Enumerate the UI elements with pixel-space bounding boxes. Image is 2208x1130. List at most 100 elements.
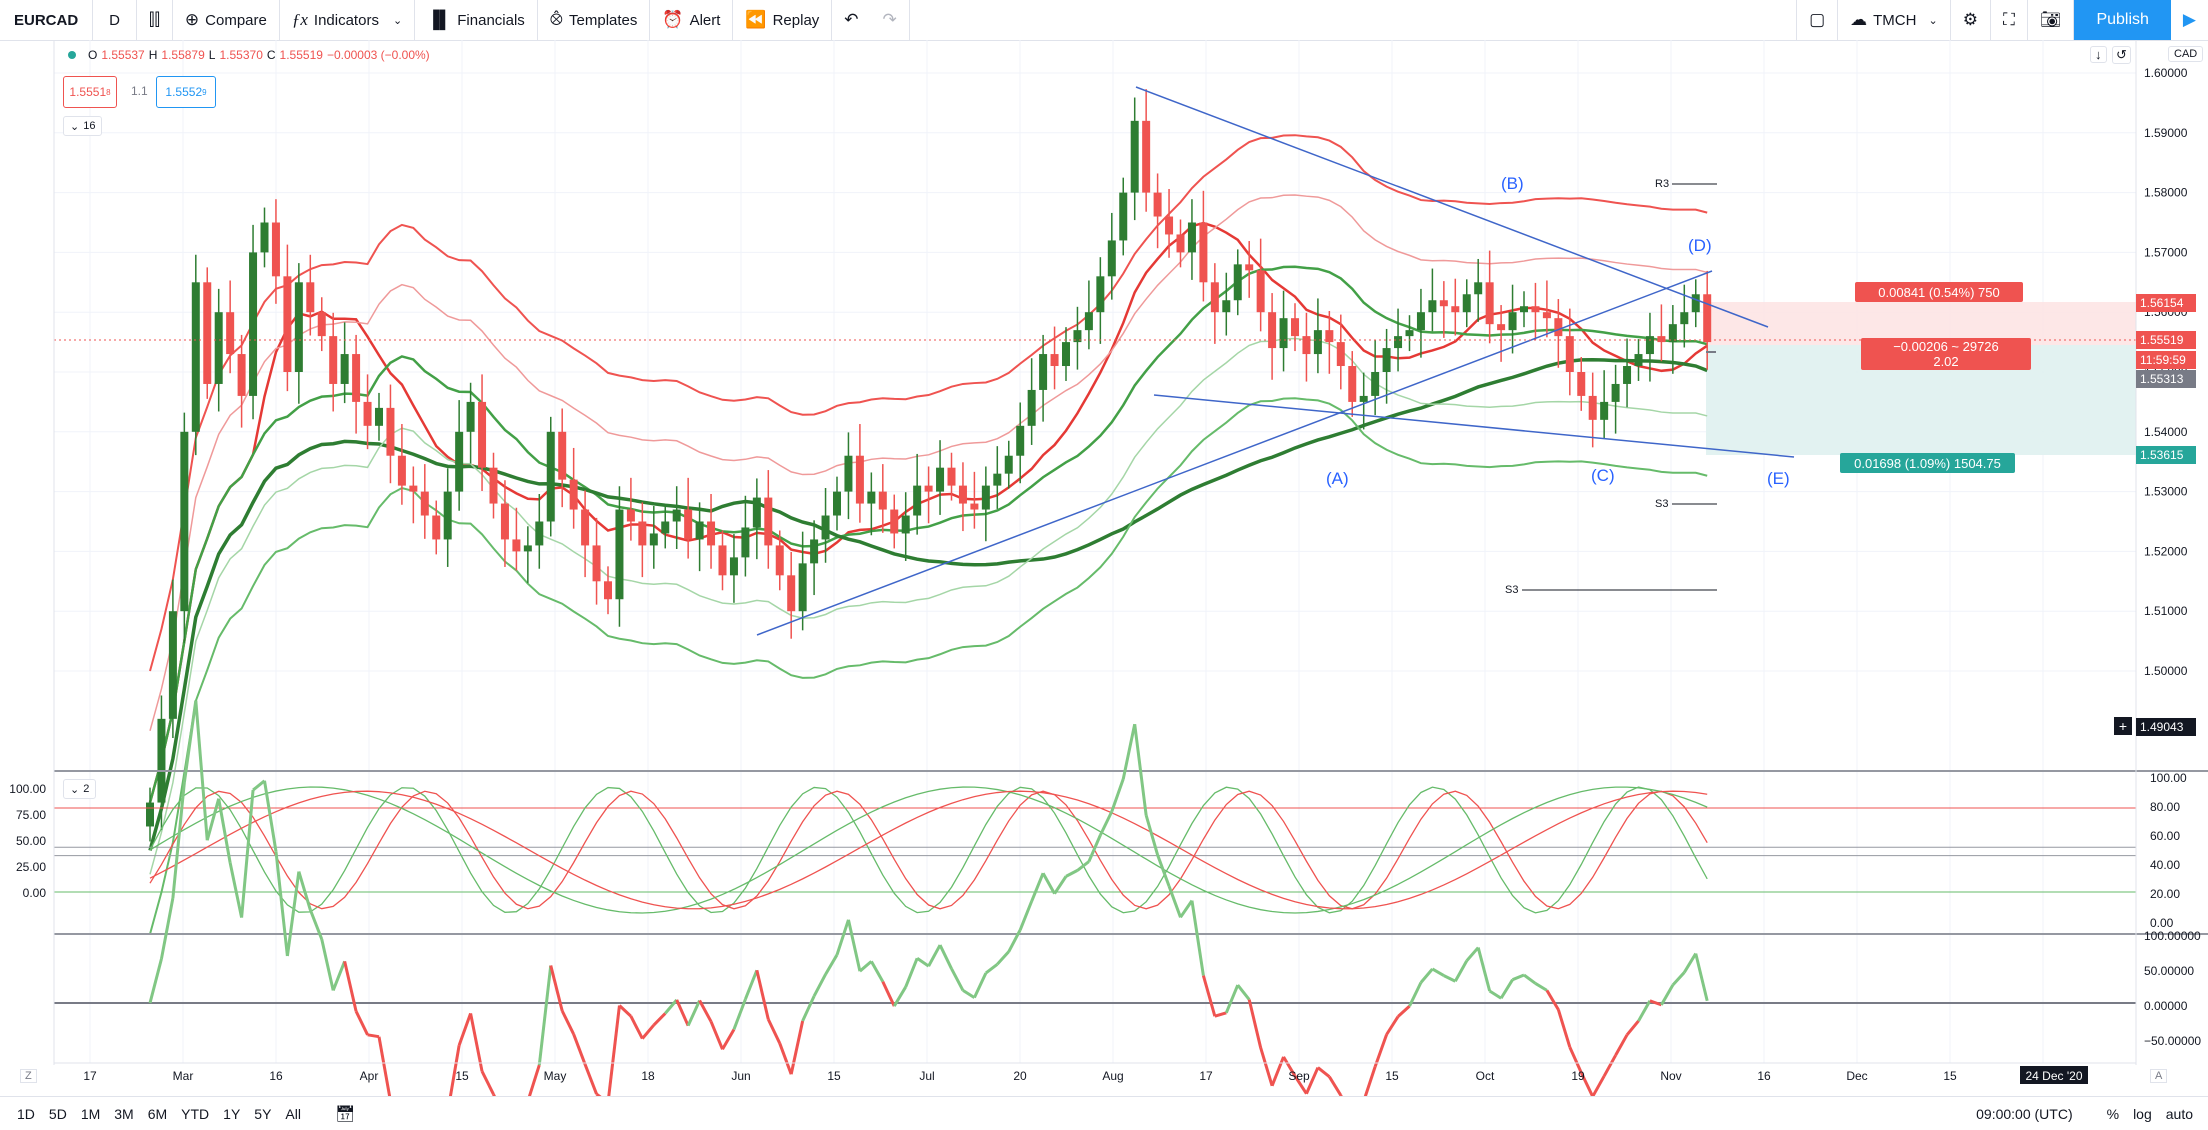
candle-body — [1348, 366, 1357, 402]
sell-button[interactable]: 1.5551 8 — [63, 76, 117, 108]
close-value: 1.55519 — [279, 48, 323, 62]
range-button-1m[interactable]: 1M — [74, 1106, 107, 1122]
candle-body — [1291, 318, 1299, 337]
candle-body — [466, 401, 475, 432]
candle-body — [535, 521, 544, 546]
momentum-segment — [1041, 872, 1056, 895]
reset-scale-icon[interactable]: ↺ — [2112, 46, 2131, 64]
open-value: 1.55537 — [101, 48, 145, 62]
momentum-segment — [1076, 860, 1090, 872]
momentum-segment — [205, 798, 221, 841]
percent-toggle[interactable]: % — [2100, 1106, 2126, 1122]
candle-body — [386, 407, 395, 456]
momentum-segment — [1625, 1019, 1640, 1036]
range-button-ytd[interactable]: YTD — [174, 1106, 216, 1122]
candle-body — [1588, 395, 1597, 420]
candle-body — [329, 336, 338, 384]
time-tick-label: 17 — [1199, 1069, 1213, 1083]
candle-body — [958, 485, 967, 504]
momentum-segment — [1556, 1009, 1572, 1048]
momentum-segment — [1397, 1005, 1411, 1018]
momentum-segment — [973, 972, 988, 999]
candle-body — [1462, 294, 1471, 313]
candle-body — [1703, 294, 1712, 343]
candle-body — [684, 509, 693, 540]
momentum-segment — [1190, 900, 1205, 976]
candle-body — [707, 521, 716, 546]
candle-body — [375, 407, 383, 426]
oscillator-count: 2 — [83, 783, 90, 795]
candle-body — [1497, 324, 1506, 331]
time-tick-label: Mar — [173, 1069, 194, 1083]
candle-body — [1256, 270, 1265, 313]
candle-body — [1382, 348, 1391, 372]
candle-body — [214, 312, 223, 384]
candle-body — [191, 282, 200, 432]
candle-body — [1428, 300, 1437, 313]
candle-body — [695, 521, 704, 540]
time-tick-label: Oct — [1476, 1069, 1495, 1083]
buy-button[interactable]: 1.5552 9 — [156, 76, 216, 108]
osc1-tick-label: 0.00 — [2150, 916, 2174, 930]
range-button-6m[interactable]: 6M — [141, 1106, 174, 1122]
goto-date-icon[interactable]: 📅︎ — [328, 1104, 362, 1124]
momentum-segment — [354, 1010, 369, 1036]
clock-label[interactable]: 09:00:00 (UTC) — [1969, 1106, 2079, 1122]
candle-body — [1520, 306, 1528, 313]
momentum-segment — [252, 779, 266, 792]
range-button-all[interactable]: All — [278, 1106, 308, 1122]
axis-a-button[interactable]: A — [2150, 1069, 2168, 1083]
momentum-segment — [1545, 989, 1560, 1011]
momentum-segment — [984, 963, 999, 975]
candle-body — [283, 276, 292, 372]
log-toggle[interactable]: log — [2126, 1106, 2159, 1122]
momentum-segment — [560, 1010, 575, 1035]
osc1-tick-label: 60.00 — [2150, 829, 2180, 843]
candle-body — [168, 611, 177, 719]
candle-body — [546, 431, 555, 522]
time-tick-label: May — [544, 1069, 567, 1083]
osc2-tick-label: 100.00000 — [2144, 929, 2201, 943]
trendline-resistance — [1135, 86, 1769, 328]
momentum-segment — [629, 1015, 644, 1040]
range-button-1y[interactable]: 1Y — [216, 1106, 247, 1122]
momentum-segment — [778, 1042, 793, 1075]
candle-body — [1233, 264, 1242, 301]
candle-body — [1359, 395, 1368, 402]
chart-canvas[interactable]: 1.600001.590001.580001.570001.560001.550… — [0, 0, 2208, 1129]
range-button-3m[interactable]: 3M — [107, 1106, 140, 1122]
candle-body — [672, 509, 681, 522]
momentum-segment — [686, 999, 701, 1027]
stoch-d-fast — [149, 790, 1708, 910]
range-button-1d[interactable]: 1D — [10, 1106, 42, 1122]
target-high-label: 1.56154 — [2136, 294, 2196, 312]
momentum-segment — [1499, 978, 1514, 1000]
osc1-tick-label: 80.00 — [2150, 800, 2180, 814]
range-button-5d[interactable]: 5D — [42, 1106, 74, 1122]
momentum-segment — [377, 1036, 392, 1102]
momentum-segment — [744, 969, 759, 1000]
momentum-segment — [367, 1033, 380, 1039]
currency-button[interactable]: CAD — [2168, 46, 2204, 62]
candle-body — [1199, 222, 1208, 283]
zoom-z-button[interactable]: Z — [20, 1069, 37, 1083]
close-label: C — [266, 48, 276, 62]
candle-body — [901, 515, 910, 534]
price-tick-label: 1.51000 — [2144, 604, 2188, 618]
upper-band-inner — [149, 194, 1708, 731]
momentum-segment — [1614, 1034, 1629, 1057]
add-plus-icon[interactable]: + — [2114, 717, 2132, 735]
range-button-5y[interactable]: 5Y — [247, 1106, 278, 1122]
momentum-segment — [962, 989, 976, 999]
scroll-down-icon[interactable]: ↓ — [2090, 46, 2107, 63]
momentum-segment — [1270, 1056, 1285, 1087]
osc1-left-tick-label: 0.00 — [23, 886, 47, 900]
candle-body — [787, 575, 796, 612]
auto-toggle[interactable]: auto — [2159, 1106, 2200, 1122]
wave-b-label: (B) — [1501, 174, 1524, 193]
candle-body — [1039, 354, 1048, 390]
indicators-collapse-button[interactable]: ⌄ 16 — [63, 116, 103, 136]
momentum-segment — [583, 1063, 598, 1095]
candle-body — [1645, 336, 1654, 355]
oscillator-collapse-button[interactable]: ⌄ 2 — [63, 779, 97, 799]
